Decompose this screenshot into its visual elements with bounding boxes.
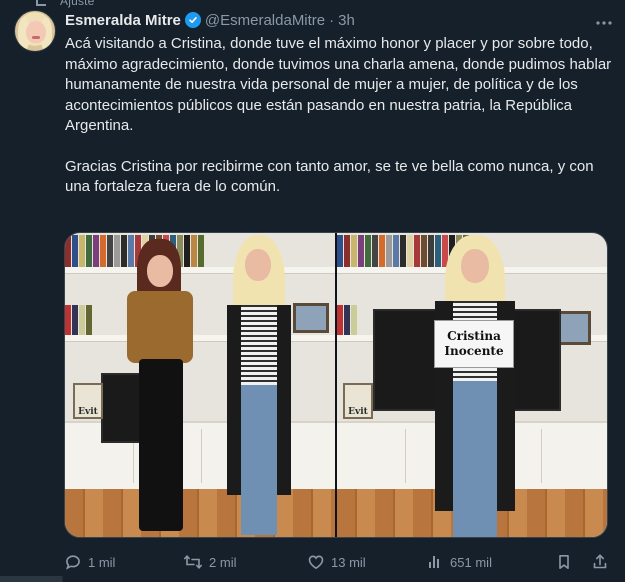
tweet-time[interactable]: 3h bbox=[338, 12, 355, 29]
avatar-face bbox=[26, 21, 46, 43]
author-handle[interactable]: @EsmeraldaMitre bbox=[205, 12, 325, 29]
avatar[interactable] bbox=[14, 10, 56, 52]
repost-label: Ajuste bbox=[60, 0, 95, 8]
evit-text: Evit bbox=[78, 407, 98, 417]
bookmark-icon[interactable] bbox=[555, 553, 573, 571]
tweet-body: Acá visitando a Cristina, donde tuve el … bbox=[65, 34, 613, 198]
sign-line-1: Cristina bbox=[447, 329, 501, 343]
share-icon[interactable] bbox=[591, 553, 609, 571]
views-count: 651 mil bbox=[450, 554, 492, 570]
like-count: 13 mil bbox=[331, 554, 366, 570]
tweet-paragraph: Gracias Cristina por recibirme con tanto… bbox=[65, 157, 594, 196]
tweet-paragraph: Acá visitando a Cristina, donde tuve el … bbox=[65, 35, 612, 134]
person-left bbox=[123, 239, 203, 537]
repost-indicator-icon bbox=[36, 0, 46, 6]
evit-text: Evit bbox=[348, 407, 368, 417]
tweet-header: Esmeralda Mitre @EsmeraldaMitre · 3h bbox=[65, 10, 613, 30]
tweet-media[interactable]: Evit Evit Cristina Inocente bbox=[64, 232, 608, 538]
like-icon bbox=[307, 553, 325, 571]
author-name[interactable]: Esmeralda Mitre bbox=[65, 12, 181, 29]
person-center bbox=[415, 235, 535, 537]
sign-line-2: Inocente bbox=[444, 344, 504, 358]
verified-badge-icon bbox=[184, 12, 201, 28]
retweet-icon bbox=[183, 553, 203, 571]
photo-1[interactable]: Evit bbox=[65, 233, 335, 537]
retweet-button[interactable]: 2 mil bbox=[183, 553, 307, 571]
views-button[interactable]: 651 mil bbox=[426, 553, 555, 571]
evit-frame: Evit bbox=[73, 383, 103, 419]
views-icon bbox=[426, 553, 444, 571]
tweet-actions-right bbox=[555, 553, 609, 571]
reply-button[interactable]: 1 mil bbox=[64, 553, 183, 571]
separator-dot: · bbox=[329, 11, 335, 29]
avatar-lips bbox=[32, 36, 40, 39]
more-horizontal-icon[interactable] bbox=[595, 11, 613, 29]
person-right bbox=[215, 235, 305, 537]
photo-2[interactable]: Evit Cristina Inocente bbox=[337, 233, 607, 537]
like-button[interactable]: 13 mil bbox=[307, 553, 426, 571]
tweet-actions: 1 mil 2 mil 13 mil 651 mil bbox=[64, 550, 609, 574]
reply-icon bbox=[64, 553, 82, 571]
tweet-page: Ajuste Esmeralda Mitre @EsmeraldaMitre ·… bbox=[0, 0, 625, 582]
retweet-count: 2 mil bbox=[209, 554, 237, 570]
evit-frame: Evit bbox=[343, 383, 373, 419]
reply-count: 1 mil bbox=[88, 554, 116, 570]
next-post-peek bbox=[0, 576, 625, 582]
protest-sign: Cristina Inocente bbox=[434, 320, 514, 368]
